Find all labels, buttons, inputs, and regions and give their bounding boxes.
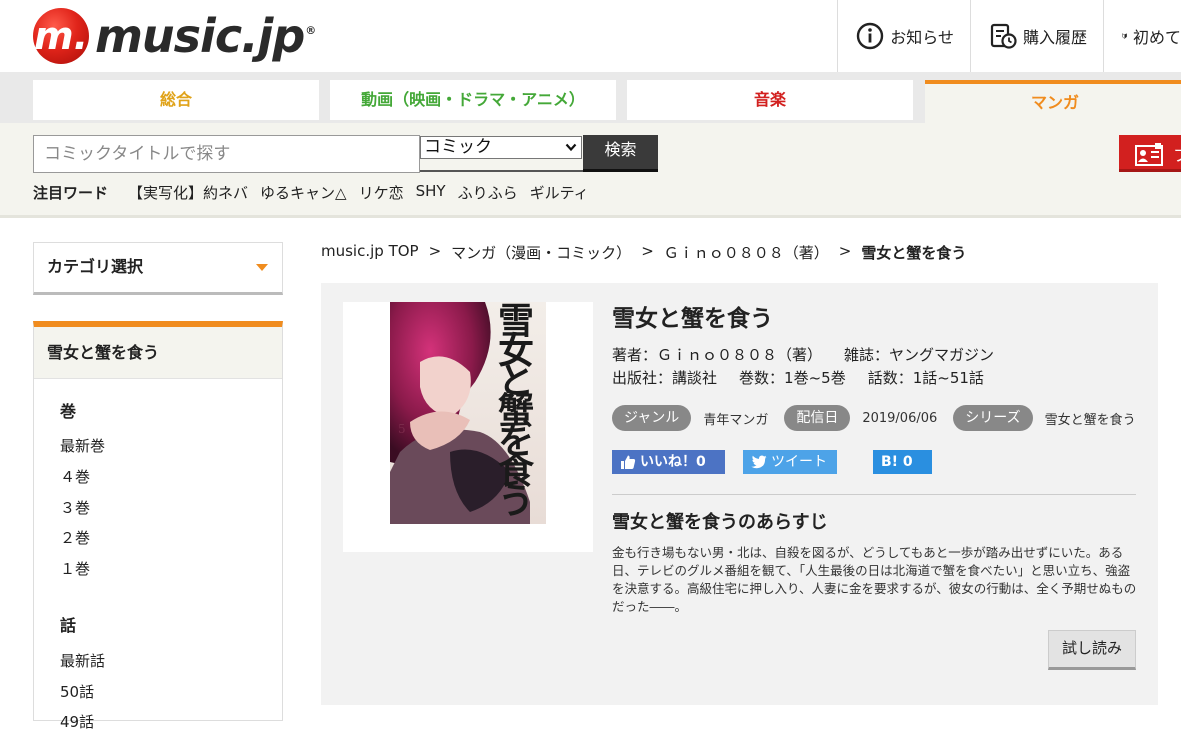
facebook-like-button[interactable]: いいね！0: [612, 450, 725, 474]
chevron-down-icon: [565, 143, 577, 152]
logo-text: music.jp®: [95, 9, 316, 63]
hot-word[interactable]: ギルティ: [530, 182, 589, 203]
publisher-link[interactable]: 講談社: [672, 369, 717, 387]
history-icon: [990, 23, 1017, 49]
publisher-label: 出版社：: [612, 369, 673, 387]
sidebar-episode-link[interactable]: 49話: [60, 711, 94, 732]
cover-title-char: う: [498, 480, 535, 522]
nav-notices-label: お知らせ: [890, 28, 954, 47]
volumes-label: 巻数：: [739, 369, 785, 387]
sidebar-volume-link[interactable]: １巻: [60, 558, 90, 579]
hot-word[interactable]: SHY: [416, 182, 446, 203]
hot-word[interactable]: ゆるキャン△: [260, 182, 347, 203]
tweet-button[interactable]: ツイート: [743, 450, 837, 474]
try-read-button[interactable]: 試し読み: [1048, 630, 1136, 670]
nav-purchase-history-label: 購入履歴: [1022, 28, 1087, 47]
like-label: いいね！0: [640, 454, 706, 470]
sidebar-volume-link[interactable]: ３巻: [60, 497, 90, 518]
sidebar-volume-link[interactable]: ４巻: [60, 466, 90, 487]
sidebar-episode-link[interactable]: 50話: [60, 681, 94, 702]
breadcrumb-separator: >: [428, 242, 442, 260]
breadcrumb-link[interactable]: マンガ（漫画・コミック）: [451, 242, 631, 263]
hot-word[interactable]: リケ恋: [359, 182, 404, 203]
magazine-link[interactable]: ヤングマガジン: [889, 346, 994, 364]
thumbs-up-icon: [621, 455, 636, 469]
episodes-value: 1話~51話: [912, 369, 984, 387]
series-tag: シリーズ: [953, 405, 1033, 431]
genre-value[interactable]: 青年マンガ: [703, 409, 768, 428]
hot-words-label: 注目ワード: [33, 184, 109, 202]
registered-mark: ®: [305, 24, 316, 37]
author-link[interactable]: Ｇｉｎｏ０８０８（著）: [657, 346, 822, 364]
category-select[interactable]: カテゴリ選択: [33, 242, 283, 295]
breadcrumb: music.jp TOP > マンガ（漫画・コミック） > Ｇｉｎｏ０８０８（著…: [321, 242, 966, 263]
title-detail-panel: 雪 女 と 蟹 を 食 う 5 雪女と蟹を食う 著者：Ｇｉｎｏ０８０８（著） 雑誌…: [321, 283, 1158, 705]
cover-image[interactable]: 雪 女 と 蟹 を 食 う 5: [390, 302, 546, 524]
synopsis-heading: 雪女と蟹を食うのあらすじ: [612, 512, 828, 533]
tweet-label: ツイート: [771, 454, 827, 470]
tag-row: ジャンル 青年マンガ 配信日 2019/06/06 シリーズ 雪女と蟹を食う: [612, 405, 1152, 431]
sidebar-title: 雪女と蟹を食う: [34, 327, 282, 379]
nav-beginner[interactable]: 初めて: [1103, 0, 1181, 72]
series-value[interactable]: 雪女と蟹を食う: [1045, 409, 1136, 428]
sidebar-episode-link[interactable]: 最新話: [60, 650, 105, 671]
tab-video[interactable]: 動画（映画・ドラマ・アニメ）: [330, 80, 616, 120]
search-area: コミックタイトルで探す コミック 検索 フ 注目ワード 【実写化】約ネバ ゆるキ…: [0, 123, 1181, 218]
caret-down-icon: [256, 264, 268, 271]
sidebar-volume-link[interactable]: 最新巻: [60, 435, 105, 456]
hot-word[interactable]: ふりふら: [458, 182, 518, 203]
sidebar-title-nav: 雪女と蟹を食う 巻 最新巻 ４巻 ３巻 ２巻 １巻 話 最新話 50話 49話: [33, 321, 283, 731]
tab-general[interactable]: 総合: [33, 80, 319, 120]
hatena-label: B! 0: [881, 454, 913, 470]
category-select-label: カテゴリ選択: [47, 257, 144, 276]
site-header: m. music.jp® お知らせ 購入履歴 初めて: [0, 0, 1181, 72]
header-nav: お知らせ 購入履歴 初めて: [837, 0, 1181, 72]
twitter-bird-icon: [751, 455, 767, 469]
nav-notices[interactable]: お知らせ: [837, 0, 970, 72]
nav-beginner-label: 初めて: [1132, 28, 1181, 47]
author-label: 著者：: [612, 346, 658, 364]
search-category-select[interactable]: コミック: [420, 136, 582, 159]
search-category-value: コミック: [424, 137, 492, 157]
meta-row-1: 著者：Ｇｉｎｏ０８０８（著） 雑誌：ヤングマガジン: [612, 344, 994, 365]
cover-title: 雪 女 と 蟹 を 食 う: [498, 303, 542, 522]
volumes-value: 1巻~5巻: [784, 369, 846, 387]
sidebar-volume-link[interactable]: ２巻: [60, 527, 90, 548]
profile-button[interactable]: フ: [1119, 135, 1181, 172]
breadcrumb-current: 雪女と蟹を食う: [861, 244, 967, 262]
nav-purchase-history[interactable]: 購入履歴: [969, 0, 1103, 72]
release-date-value: 2019/06/06: [862, 410, 938, 426]
cover-volume-number: 5: [398, 422, 406, 436]
tab-manga[interactable]: マンガ: [925, 80, 1181, 125]
hatena-bookmark-button[interactable]: B! 0: [873, 450, 932, 474]
beginner-icon: [1122, 33, 1127, 39]
music-jp-logo[interactable]: m. music.jp®: [33, 6, 316, 66]
hot-words: 注目ワード 【実写化】約ネバ ゆるキャン△ リケ恋 SHY ふりふら ギルティ: [33, 182, 601, 203]
info-icon: [857, 22, 884, 50]
comic-search-input[interactable]: コミックタイトルで探す: [33, 135, 420, 173]
release-date-tag: 配信日: [784, 405, 851, 431]
genre-tabs: 総合 動画（映画・ドラマ・アニメ） 音楽 マンガ: [0, 72, 1181, 125]
breadcrumb-separator: >: [641, 242, 654, 260]
episodes-label: 話数：: [867, 369, 913, 387]
search-button[interactable]: 検索: [583, 135, 658, 172]
magazine-label: 雑誌：: [844, 346, 890, 364]
cover-frame: 雪 女 と 蟹 を 食 う 5: [343, 302, 593, 552]
social-buttons: いいね！0 ツイート B! 0: [612, 450, 950, 474]
breadcrumb-link[interactable]: Ｇｉｎｏ０８０８（著）: [664, 242, 829, 263]
volumes-header: 巻: [60, 402, 77, 421]
id-card-icon: [1135, 143, 1163, 166]
profile-button-label: フ: [1173, 142, 1181, 166]
section-divider: [612, 494, 1136, 495]
episodes-header: 話: [60, 616, 77, 635]
meta-row-2: 出版社：講談社 巻数：1巻~5巻 話数：1話~51話: [612, 367, 984, 388]
genre-tag: ジャンル: [612, 405, 692, 431]
title-heading: 雪女と蟹を食う: [612, 306, 773, 332]
tab-music[interactable]: 音楽: [627, 80, 913, 120]
logo-mark: m.: [33, 8, 89, 64]
hot-word[interactable]: 【実写化】約ネバ: [128, 182, 248, 203]
synopsis-text: 金も行き場もない男・北は、自殺を図るが、どうしてもあと一歩が踏み出せずにいた。あ…: [612, 545, 1137, 614]
breadcrumb-link[interactable]: music.jp TOP: [321, 242, 419, 263]
breadcrumb-separator: >: [838, 242, 852, 260]
